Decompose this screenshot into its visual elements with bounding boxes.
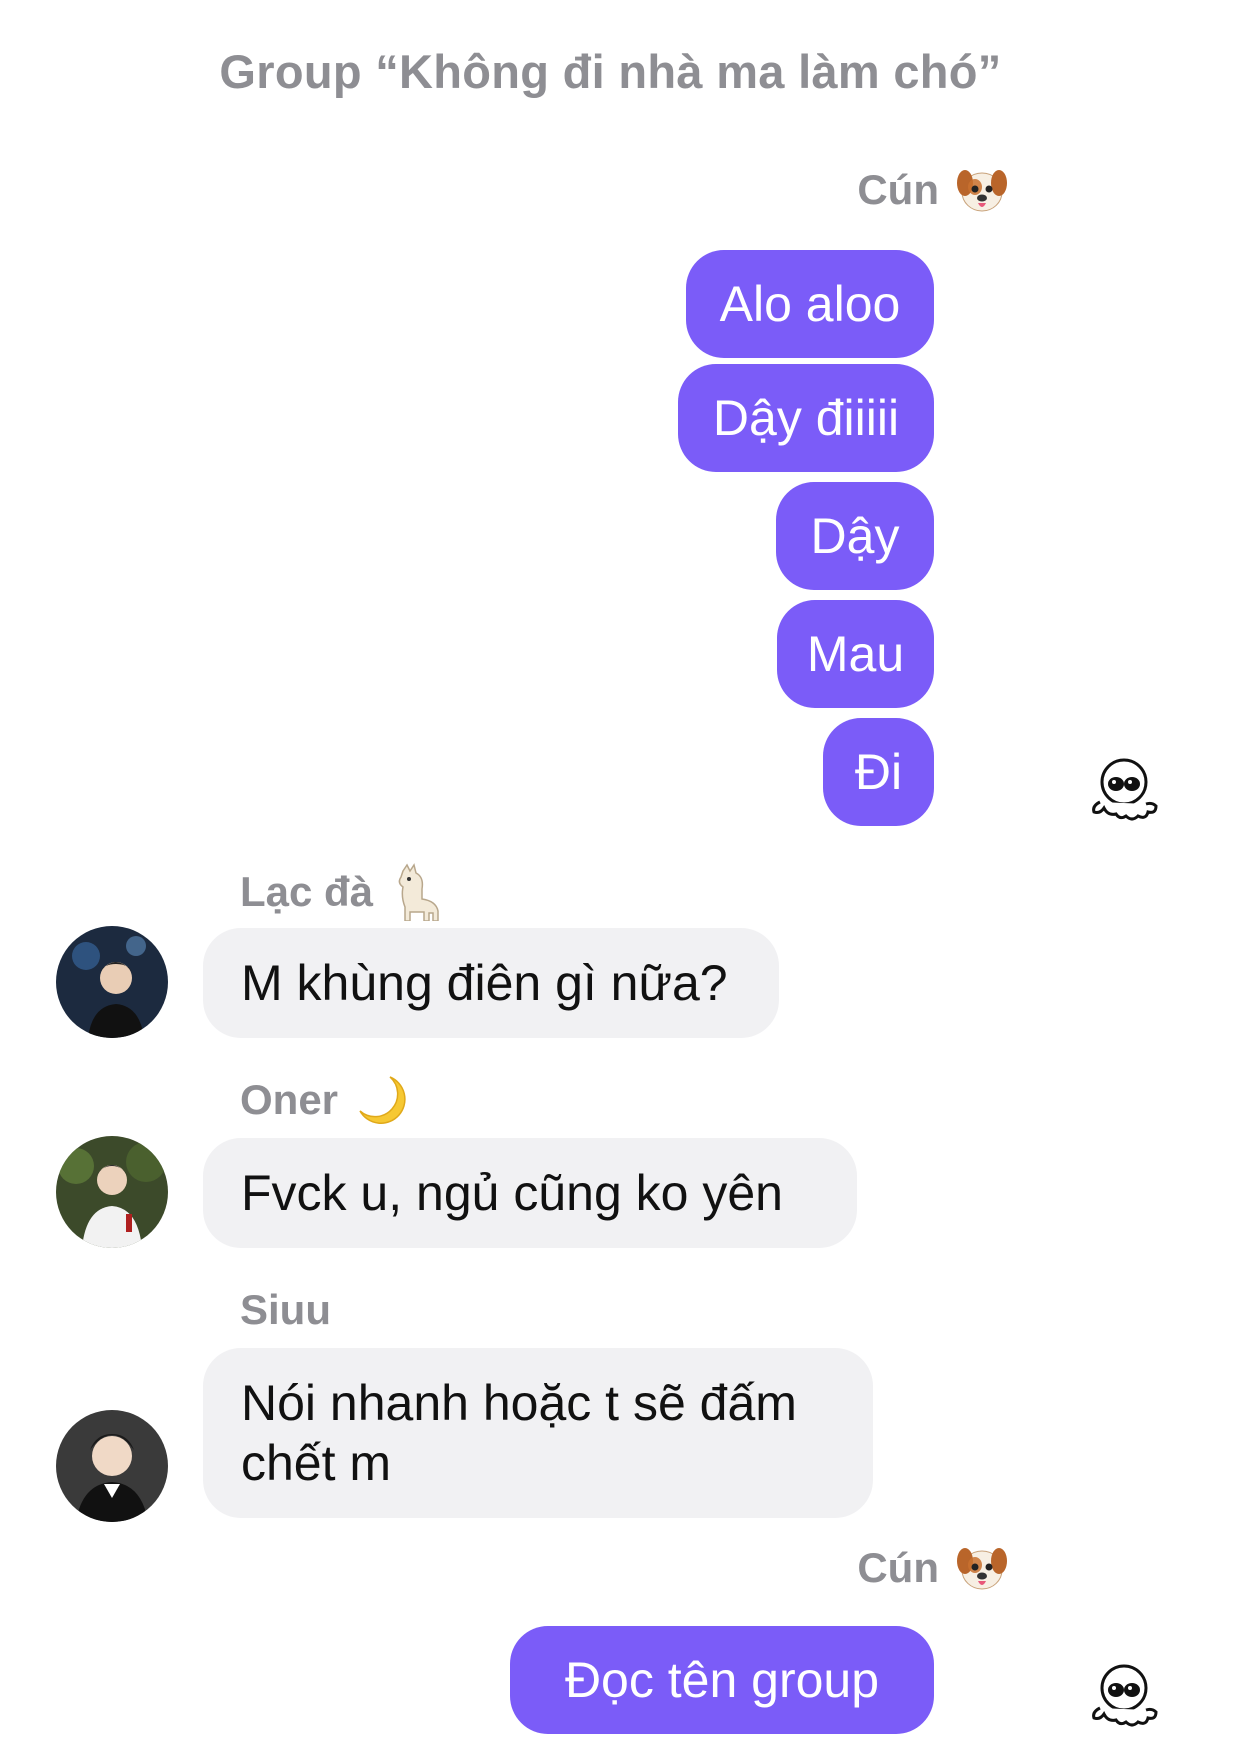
outgoing-message[interactable]: Dậy — [776, 482, 934, 590]
avatar[interactable] — [56, 1136, 168, 1248]
sender-name: Cún — [857, 166, 939, 213]
message-text-line: Nói nhanh hoặc t sẽ đấm — [241, 1375, 797, 1431]
outgoing-message[interactable]: Dậy điiiii — [678, 364, 934, 472]
sender-label: Siuu — [240, 1280, 331, 1340]
message-text: Đi — [854, 744, 903, 800]
outgoing-message[interactable]: Đi — [823, 718, 934, 826]
sender-label: Cún — [857, 160, 1009, 220]
incoming-message[interactable]: M khùng điên gì nữa? — [203, 928, 779, 1038]
message-text: Fvck u, ngủ cũng ko yên — [241, 1165, 783, 1221]
message-text-line: chết m — [241, 1435, 392, 1491]
outgoing-message[interactable]: Alo aloo — [686, 250, 934, 358]
read-receipt-ghost-icon — [1088, 1658, 1164, 1739]
sender-name: Lạc đà — [240, 868, 374, 915]
outgoing-message[interactable]: Đọc tên group — [510, 1626, 934, 1734]
sender-label: Lạc đà — [240, 862, 443, 922]
llama-icon — [389, 863, 443, 921]
sender-name: Oner — [240, 1076, 339, 1123]
sender-name: Cún — [857, 1544, 939, 1591]
incoming-message[interactable]: Fvck u, ngủ cũng ko yên — [203, 1138, 857, 1248]
avatar[interactable] — [56, 1410, 168, 1522]
message-text: Alo aloo — [719, 276, 901, 332]
sender-label: Cún — [857, 1538, 1009, 1598]
message-text: Đọc tên group — [564, 1652, 880, 1708]
message-text: Dậy điiiii — [712, 390, 900, 446]
incoming-message[interactable]: Nói nhanh hoặc t sẽ đấm chết m — [203, 1348, 873, 1518]
message-text: M khùng điên gì nữa? — [241, 955, 728, 1011]
sender-name: Siuu — [240, 1286, 331, 1333]
dog-face-icon — [955, 1541, 1009, 1595]
message-text: Mau — [806, 626, 905, 682]
read-receipt-ghost-icon — [1088, 752, 1164, 833]
group-title: Group “Không đi nhà ma làm chó” — [219, 45, 1002, 98]
crescent-moon-icon — [354, 1073, 408, 1127]
message-text: Dậy — [810, 508, 900, 564]
dog-face-icon — [955, 163, 1009, 217]
avatar[interactable] — [56, 926, 168, 1038]
sender-label: Oner — [240, 1070, 408, 1130]
outgoing-message[interactable]: Mau — [777, 600, 934, 708]
